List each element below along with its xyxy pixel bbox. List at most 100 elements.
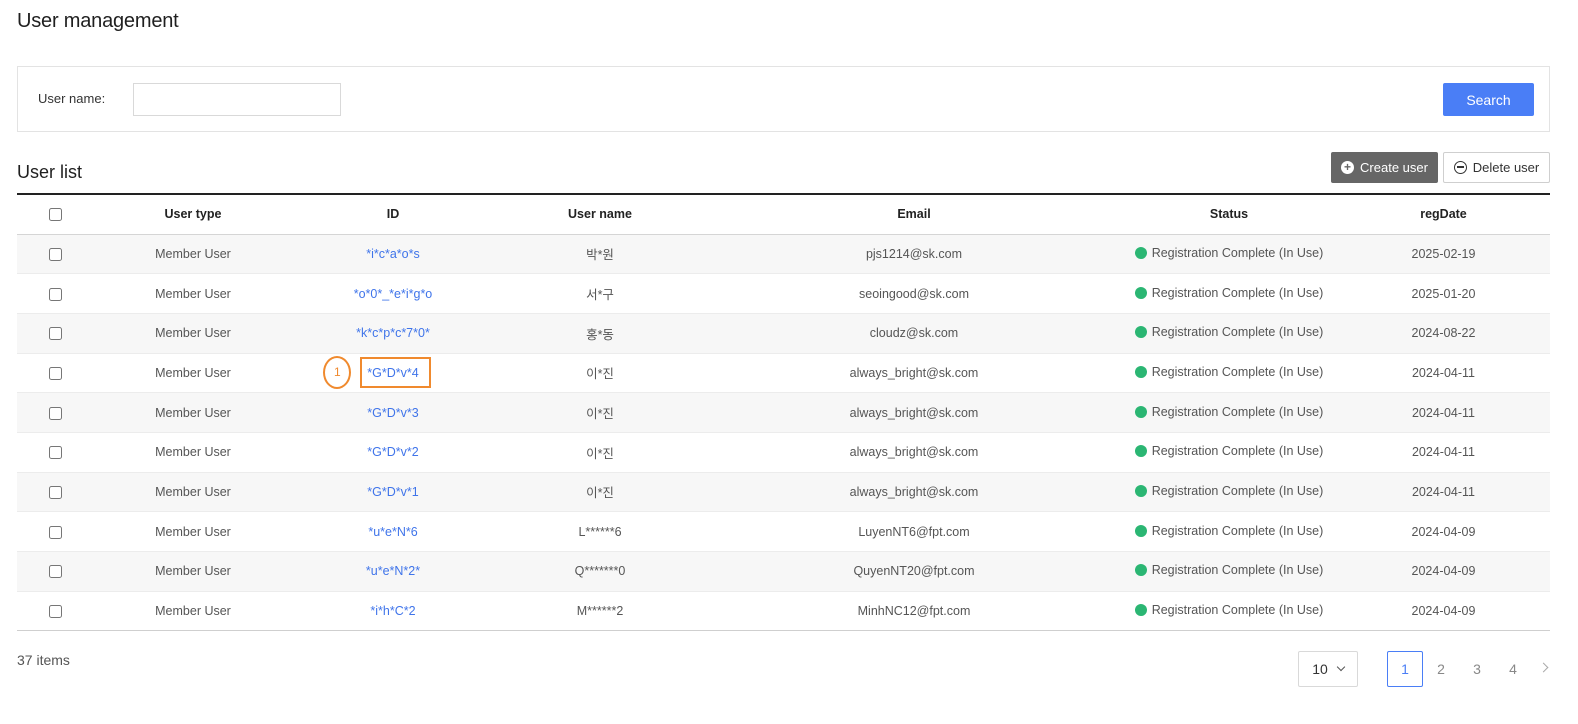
status-dot-icon [1134,524,1147,537]
email-cell: pjs1214@sk.com [707,234,1121,275]
user-id-link[interactable]: *i*h*C*2 [370,604,415,618]
status-dot-icon [1134,365,1147,378]
row-checkbox[interactable] [48,446,62,460]
table-row[interactable]: Member User *k*c*p*c*7*0* 홍*동 cloudz@sk.… [17,313,1550,354]
status-cell: Registration Complete (In Use) [1121,472,1337,513]
user-type-cell: Member User [93,313,293,354]
status-dot-icon [1134,286,1147,299]
user-name-cell: 이*진 [493,432,707,473]
regdate-cell: 2024-04-09 [1337,591,1550,632]
row-checkbox[interactable] [48,565,62,579]
user-name-cell: M******2 [493,591,707,632]
email-cell: QuyenNT20@fpt.com [707,551,1121,592]
table-row[interactable]: Member User *u*e*N*2* Q*******0 QuyenNT2… [17,551,1550,592]
user-type-cell: Member User [93,273,293,314]
email-cell: cloudz@sk.com [707,313,1121,354]
row-select-cell [17,472,93,513]
regdate-cell: 2024-04-11 [1337,432,1550,473]
row-select-cell [17,392,93,433]
id-cell: 1 *G*D*v*4 [293,353,493,394]
status-text: Registration Complete (In Use) [1151,325,1324,340]
status-text: Registration Complete (In Use) [1151,245,1324,260]
page-size-select[interactable]: 10 [1298,651,1358,687]
user-name-search-input[interactable] [133,83,341,116]
table-row[interactable]: Member User *i*c*a*o*s 박*원 pjs1214@sk.co… [17,234,1550,275]
row-checkbox[interactable] [48,486,62,500]
row-checkbox[interactable] [48,327,62,341]
user-id-link[interactable]: *u*e*N*2* [366,564,420,578]
table-row[interactable]: Member User *G*D*v*1 이*진 always_bright@s… [17,472,1550,513]
status-cell: Registration Complete (In Use) [1121,234,1337,275]
id-cell: *u*e*N*6 [293,511,493,552]
user-id-link[interactable]: *G*D*v*3 [367,406,418,420]
user-name-cell: 이*진 [493,472,707,513]
status-text: Registration Complete (In Use) [1151,285,1324,300]
row-select-cell [17,591,93,632]
column-header-status[interactable]: Status [1121,194,1337,235]
user-type-cell: Member User [93,392,293,433]
annotation-highlight-box [360,356,431,388]
regdate-cell: 2024-04-09 [1337,551,1550,592]
status-text: Registration Complete (In Use) [1151,603,1324,618]
page-button-1[interactable]: 1 [1387,651,1423,687]
user-type-cell: Member User [93,511,293,552]
table-row[interactable]: Member User *u*e*N*6 L******6 LuyenNT6@f… [17,511,1550,552]
select-all-checkbox[interactable] [48,208,62,222]
column-header-user-name[interactable]: User name [493,194,707,235]
pagination: 1 2 3 4 [1387,651,1555,687]
table-row[interactable]: Member User *i*h*C*2 M******2 MinhNC12@f… [17,591,1550,632]
table-header-row: User type ID User name Email Status regD… [17,194,1550,235]
search-button[interactable]: Search [1443,83,1534,116]
user-id-link[interactable]: *G*D*v*2 [367,445,418,459]
row-select-cell [17,432,93,473]
status-text: Registration Complete (In Use) [1151,563,1324,578]
table-row[interactable]: Member User 1 *G*D*v*4 이*진 always_bright… [17,353,1550,394]
user-id-link[interactable]: *G*D*v*1 [367,485,418,499]
minus-circle-icon [1453,161,1467,174]
column-header-user-type[interactable]: User type [93,194,293,235]
status-cell: Registration Complete (In Use) [1121,432,1337,473]
user-name-cell: 이*진 [493,353,707,394]
page-button-2[interactable]: 2 [1423,651,1459,687]
id-cell: *o*0*_*e*i*g*o [293,273,493,314]
column-header-id[interactable]: ID [293,194,493,235]
delete-user-button[interactable]: Delete user [1443,152,1550,183]
user-id-link[interactable]: *i*c*a*o*s [366,247,420,261]
status-dot-icon [1134,445,1147,458]
column-header-regdate[interactable]: regDate [1337,194,1550,235]
user-name-cell: L******6 [493,511,707,552]
status-text: Registration Complete (In Use) [1151,364,1324,379]
user-table: User type ID User name Email Status regD… [17,193,1550,632]
row-checkbox[interactable] [48,525,62,539]
table-row[interactable]: Member User *G*D*v*2 이*진 always_bright@s… [17,432,1550,473]
column-header-email[interactable]: Email [707,194,1121,235]
email-cell: MinhNC12@fpt.com [707,591,1121,632]
highlighted-id-wrapper: 1 *G*D*v*4 [323,355,431,389]
row-checkbox[interactable] [48,367,62,380]
user-id-link[interactable]: *o*0*_*e*i*g*o [354,287,433,301]
email-cell: always_bright@sk.com [707,472,1121,513]
row-select-cell [17,273,93,314]
create-user-button[interactable]: + Create user [1331,152,1438,183]
id-cell: *k*c*p*c*7*0* [293,313,493,354]
id-cell: *i*c*a*o*s [293,234,493,275]
status-cell: Registration Complete (In Use) [1121,353,1337,394]
regdate-cell: 2024-04-09 [1337,511,1550,552]
row-checkbox[interactable] [48,406,62,420]
row-checkbox[interactable] [48,287,62,301]
user-id-link[interactable]: *k*c*p*c*7*0* [356,326,430,340]
next-page-button[interactable] [1531,649,1555,685]
items-count: 37 items [17,652,70,668]
status-dot-icon [1134,564,1147,577]
user-id-link[interactable]: *u*e*N*6 [368,525,417,539]
user-type-cell: Member User [93,472,293,513]
email-cell: LuyenNT6@fpt.com [707,511,1121,552]
table-row[interactable]: Member User *G*D*v*3 이*진 always_bright@s… [17,392,1550,433]
id-cell: *i*h*C*2 [293,591,493,632]
page-button-3[interactable]: 3 [1459,651,1495,687]
row-checkbox[interactable] [48,605,62,619]
page-button-4[interactable]: 4 [1495,651,1531,687]
row-select-cell [17,313,93,354]
table-row[interactable]: Member User *o*0*_*e*i*g*o 서*구 seoingood… [17,273,1550,314]
row-checkbox[interactable] [48,247,62,261]
